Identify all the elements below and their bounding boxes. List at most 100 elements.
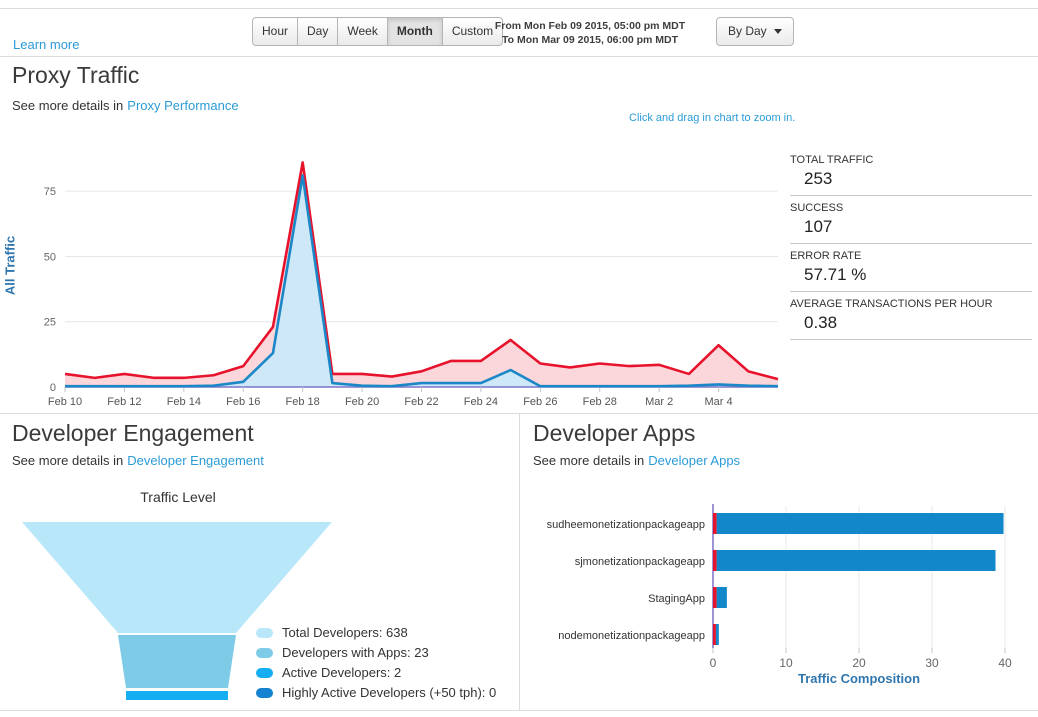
proxy-performance-link[interactable]: Proxy Performance: [127, 98, 238, 113]
stat-value: 0.38: [790, 311, 1032, 333]
y-tick-label: 75: [44, 186, 56, 198]
bar-segment-blue[interactable]: [717, 587, 727, 608]
proxy-traffic-subtitle: See more details in Proxy Performance: [12, 98, 239, 113]
stat-label: SUCCESS: [790, 202, 1032, 215]
x-tick-label: Feb 18: [286, 396, 320, 408]
legend-item: Total Developers: 638: [256, 626, 496, 640]
x-tick-label: Mar 2: [645, 396, 673, 408]
developer-apps-title: Developer Apps: [533, 420, 695, 447]
legend-label: Highly Active Developers (+50 tph): 0: [282, 686, 496, 700]
blue-series-area: [65, 176, 778, 388]
stat-value: 107: [790, 215, 1032, 237]
legend-label: Total Developers: 638: [282, 626, 408, 640]
bar-segment-blue[interactable]: [717, 513, 1004, 534]
bar-segment-blue[interactable]: [716, 624, 719, 645]
group-by-dropdown[interactable]: By Day: [716, 17, 794, 46]
x-tick-label: Feb 20: [345, 396, 379, 408]
bar-segment-blue[interactable]: [717, 550, 996, 571]
x-tick-label: 10: [779, 656, 793, 670]
x-tick-label: Feb 10: [48, 396, 82, 408]
developer-apps-subtitle: See more details in Developer Apps: [533, 453, 740, 468]
time-button-day[interactable]: Day: [298, 17, 338, 46]
developer-apps-chart[interactable]: 0 10 20 30 40 sudheemonetizationpackageapp sjm…: [535, 498, 1035, 688]
x-tick-label: Feb 16: [226, 396, 260, 408]
blue-series-line: [65, 176, 778, 387]
header-divider: [0, 56, 1038, 57]
traffic-stats-panel: TOTAL TRAFFIC253SUCCESS107ERROR RATE57.7…: [790, 148, 1032, 340]
x-tick-label: Feb 12: [107, 396, 141, 408]
legend-swatch-icon: [256, 668, 273, 678]
legend-item: Active Developers: 2: [256, 666, 496, 680]
y-tick-label: 0: [50, 382, 56, 394]
time-button-week[interactable]: Week: [338, 17, 387, 46]
stat-label: TOTAL TRAFFIC: [790, 154, 1032, 167]
developer-engagement-title: Developer Engagement: [12, 420, 254, 447]
bar-category-label: sudheemonetizationpackageapp: [547, 519, 705, 531]
x-tick-label: 40: [998, 656, 1012, 670]
time-range-button-group: Hour Day Week Month Custom: [252, 17, 503, 46]
date-from: From Mon Feb 09 2015, 05:00 pm MDT: [490, 19, 690, 33]
proxy-traffic-chart[interactable]: 0 25 50 75 Feb 10 Feb 12 Feb 14 Feb 16 Feb 18 Feb…: [30, 150, 790, 408]
x-tick-label: Feb 14: [167, 396, 201, 408]
funnel-chart-title: Traffic Level: [78, 489, 278, 505]
date-range: From Mon Feb 09 2015, 05:00 pm MDT To Mo…: [490, 19, 690, 47]
x-tick-label: 0: [710, 656, 717, 670]
x-tick-label: 30: [925, 656, 939, 670]
x-tick-label: Feb 24: [464, 396, 498, 408]
learn-more-link[interactable]: Learn more: [13, 37, 79, 52]
group-by-label: By Day: [728, 24, 767, 38]
legend-label: Developers with Apps: 23: [282, 646, 429, 660]
bar-category-label: nodemonetizationpackageapp: [558, 630, 705, 642]
x-tick-label: Mar 4: [705, 396, 733, 408]
stat-row: TOTAL TRAFFIC253: [790, 148, 1032, 196]
bar-segment-red[interactable]: [713, 587, 717, 608]
funnel-stage-total-developers: [22, 522, 332, 633]
stat-row: SUCCESS107: [790, 196, 1032, 244]
legend-item: Highly Active Developers (+50 tph): 0: [256, 686, 496, 700]
developer-engagement-subtitle: See more details in Developer Engagement: [12, 453, 264, 468]
x-tick-label: Feb 22: [404, 396, 438, 408]
red-series-line: [65, 162, 778, 379]
x-axis-title: Traffic Composition: [798, 671, 920, 686]
chevron-down-icon: [774, 29, 782, 34]
bar-segment-red[interactable]: [713, 550, 717, 571]
x-tick-label: Feb 28: [583, 396, 617, 408]
date-to: To Mon Mar 09 2015, 06:00 pm MDT: [490, 33, 690, 47]
subtitle-text: See more details in: [12, 98, 123, 113]
funnel-stage-developers-with-apps: [118, 635, 236, 688]
y-tick-label: 50: [44, 251, 56, 263]
legend-swatch-icon: [256, 688, 273, 698]
dashboard-page: Learn more Hour Day Week Month Custom Fr…: [0, 0, 1038, 717]
bar-segment-red[interactable]: [713, 624, 716, 645]
stat-value: 253: [790, 167, 1032, 189]
x-tick-label: Feb 26: [523, 396, 557, 408]
bar-segment-red[interactable]: [713, 513, 717, 534]
stat-label: AVERAGE TRANSACTIONS PER HOUR: [790, 298, 1032, 311]
bar-category-label: sjmonetizationpackageapp: [575, 556, 705, 568]
top-divider: [0, 8, 1038, 9]
stat-row: AVERAGE TRANSACTIONS PER HOUR0.38: [790, 292, 1032, 340]
legend-swatch-icon: [256, 628, 273, 638]
y-axis-title: All Traffic: [3, 196, 18, 336]
stat-row: ERROR RATE57.71 %: [790, 244, 1032, 292]
legend-item: Developers with Apps: 23: [256, 646, 496, 660]
y-tick-label: 25: [44, 317, 56, 329]
bottom-divider: [0, 710, 1038, 711]
legend-label: Active Developers: 2: [282, 666, 401, 680]
developer-apps-link[interactable]: Developer Apps: [648, 453, 740, 468]
funnel-stage-active-developers: [126, 691, 228, 700]
chart-zoom-hint: Click and drag in chart to zoom in.: [629, 112, 795, 124]
subtitle-text: See more details in: [12, 453, 123, 468]
vertical-divider: [519, 413, 520, 710]
bar-category-label: StagingApp: [648, 593, 705, 605]
developer-engagement-link[interactable]: Developer Engagement: [127, 453, 264, 468]
red-series-area: [65, 162, 778, 387]
subtitle-text: See more details in: [533, 453, 644, 468]
legend-swatch-icon: [256, 648, 273, 658]
x-tick-label: 20: [852, 656, 866, 670]
time-button-hour[interactable]: Hour: [252, 17, 298, 46]
funnel-legend: Total Developers: 638 Developers with App…: [256, 626, 496, 706]
time-button-month[interactable]: Month: [388, 17, 443, 46]
proxy-traffic-title: Proxy Traffic: [12, 62, 139, 89]
stat-value: 57.71 %: [790, 263, 1032, 285]
